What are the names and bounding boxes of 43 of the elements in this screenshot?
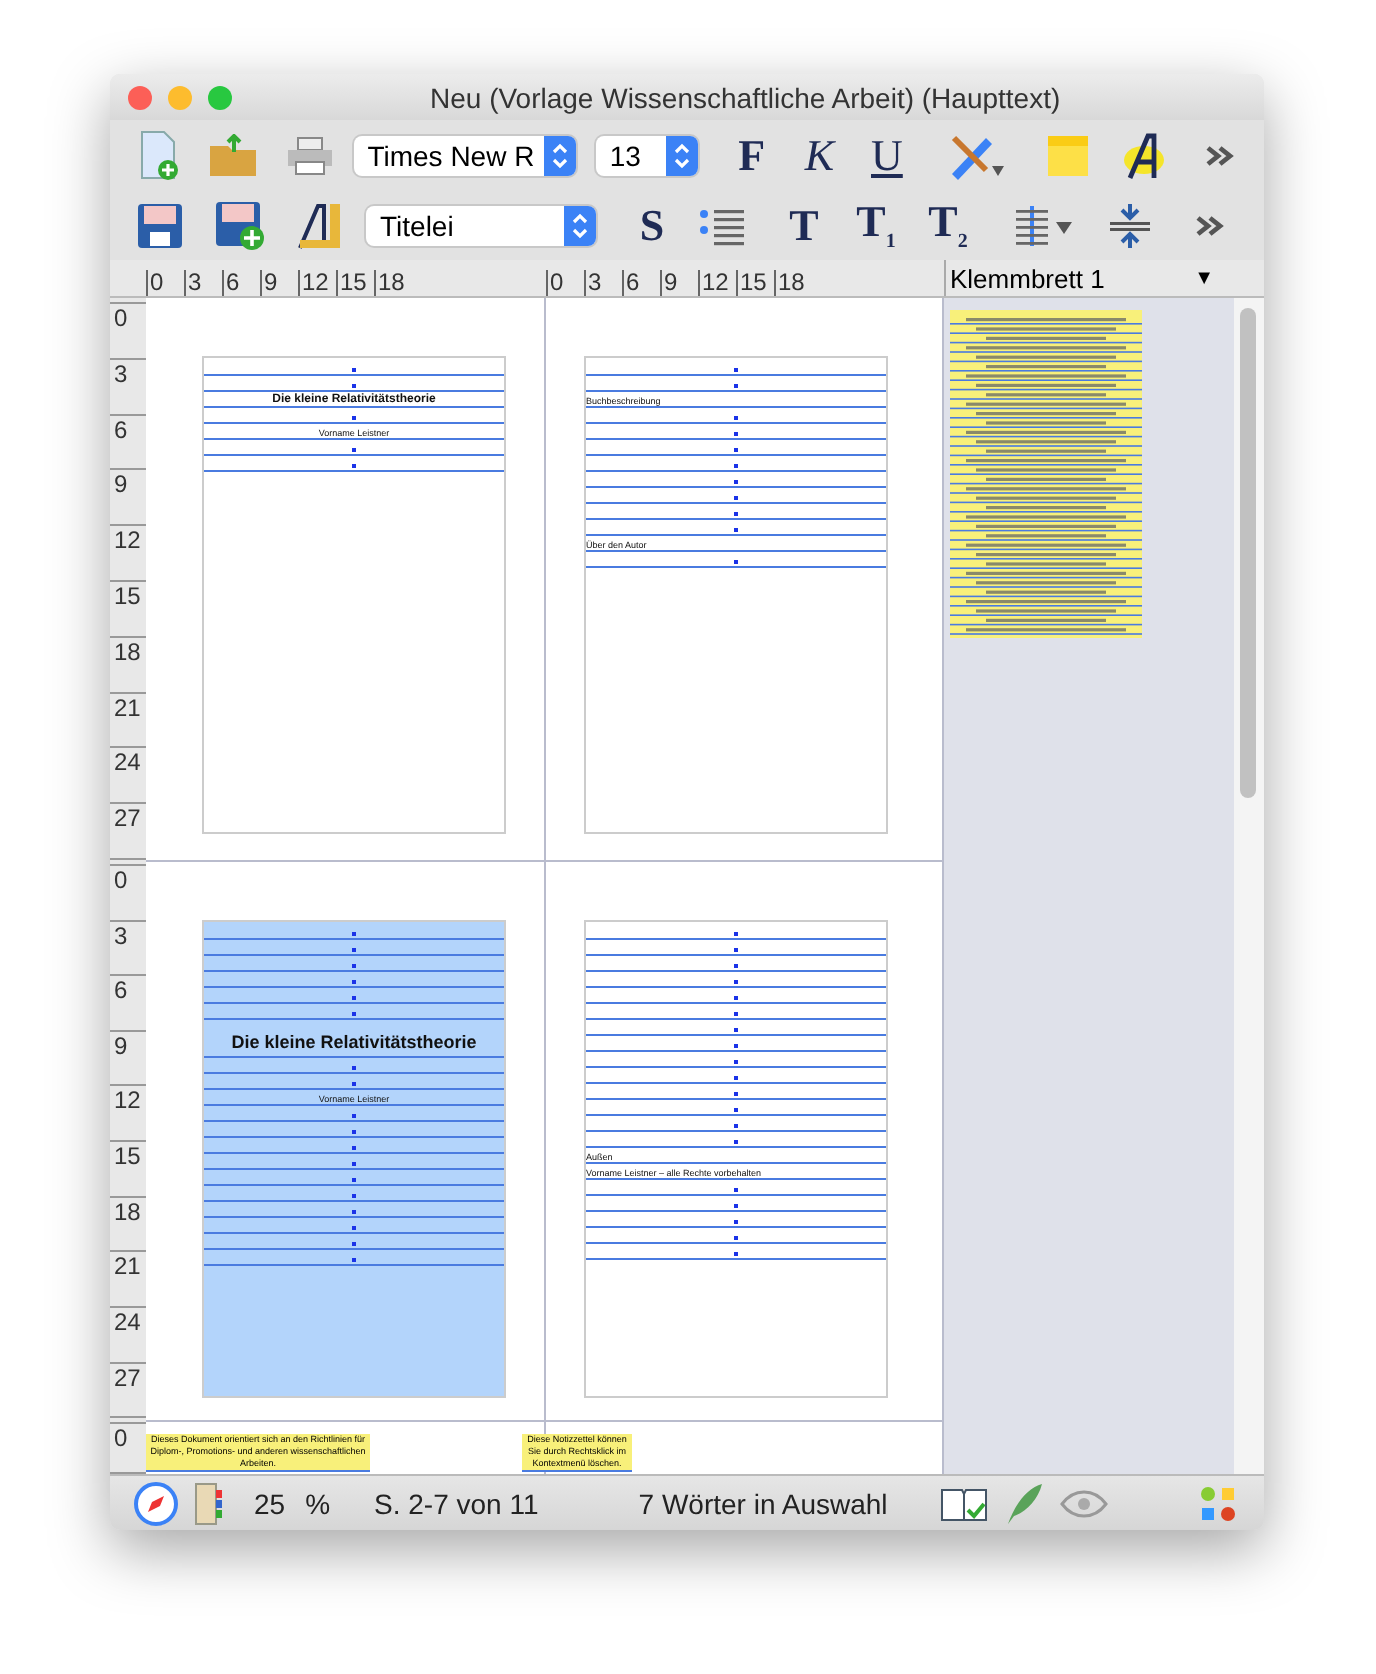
ruler-number: 15 <box>336 270 374 296</box>
ruler-number: 0 <box>546 270 584 296</box>
eye-icon[interactable] <box>1059 1489 1108 1517</box>
ruler-number: 15 <box>736 270 774 296</box>
style-button[interactable]: S <box>616 195 688 255</box>
feather-icon[interactable] <box>1003 1481 1044 1525</box>
italic-button[interactable]: K <box>785 125 854 185</box>
window-title: Neu (Vorlage Wissenschaftliche Arbeit) (Haupttext) <box>430 82 1061 114</box>
ruler-number: 12 <box>698 270 736 296</box>
chevron-icon[interactable] <box>549 141 570 169</box>
font-select[interactable]: Times New R <box>353 135 576 175</box>
ruler-number: 18 <box>774 270 812 296</box>
ruler-number: 18 <box>374 270 412 296</box>
ruler-number: 6 <box>222 270 260 296</box>
ruler-number: 3 <box>584 270 622 296</box>
heading-button[interactable]: T$_{1}$ <box>840 195 912 255</box>
percent-label: % <box>305 1487 331 1519</box>
notebook-icon[interactable] <box>194 1481 222 1525</box>
ruler-number: 0 <box>146 270 184 296</box>
selection-count: 7 Wörter in Auswahl <box>638 1487 888 1519</box>
book-icon[interactable] <box>939 1483 988 1523</box>
ruler-number: 3 <box>184 270 222 296</box>
underline-button[interactable]: U <box>853 125 921 185</box>
ruler-number: 9 <box>660 270 698 296</box>
compass-icon[interactable] <box>134 1481 178 1525</box>
clipboard-name: Klemmbrett 1 <box>950 263 1105 293</box>
bold-button[interactable]: F <box>718 125 786 185</box>
style-select[interactable]: Titelei <box>366 205 596 245</box>
ruler-number: 6 <box>622 270 660 296</box>
dropdown-arrow-icon[interactable]: ▼ <box>1194 267 1234 289</box>
close-icon[interactable] <box>128 85 152 109</box>
ruler-number: 9 <box>260 270 298 296</box>
shapes-icon[interactable] <box>1200 1485 1236 1521</box>
size-select[interactable]: 13 <box>595 135 698 175</box>
ruler-number: 12 <box>298 270 336 296</box>
heading-button[interactable]: T$_{2}$ <box>912 195 984 255</box>
chevron-icon[interactable] <box>672 141 692 169</box>
heading-button[interactable]: T <box>768 195 840 255</box>
zoom-value: 25 <box>254 1487 286 1519</box>
page-indicator: S. 2-7 von 11 <box>374 1487 539 1519</box>
scrollbar-thumb[interactable] <box>1240 308 1256 798</box>
chevron-icon[interactable] <box>570 211 590 239</box>
page-title: Die kleine Relativitätstheorie <box>204 1020 504 1058</box>
